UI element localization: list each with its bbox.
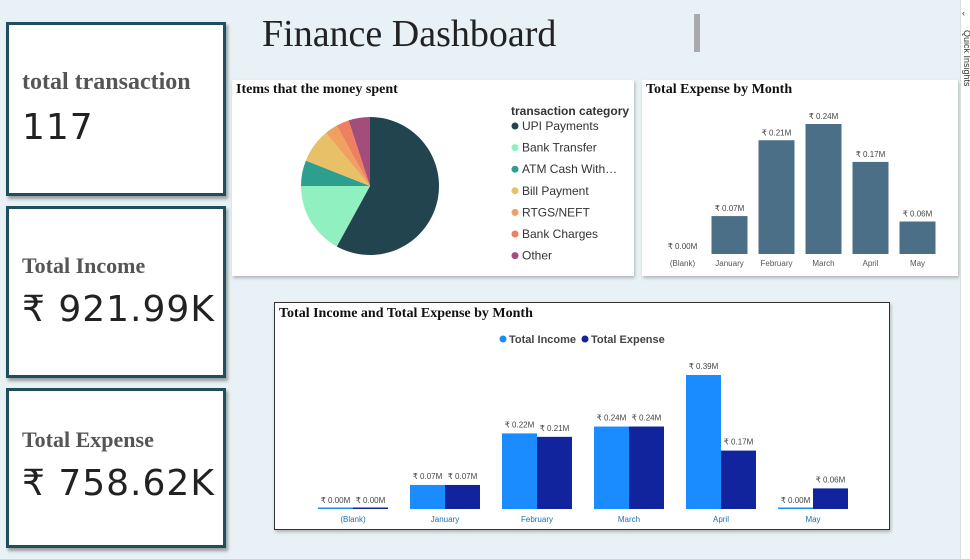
tick-label: March — [618, 515, 640, 524]
tick-label: April — [713, 515, 729, 524]
income-expense-chart-panel[interactable]: Total Income and Total Expense by Month … — [274, 302, 890, 530]
bar — [353, 507, 388, 509]
legend-label: Bank Transfer — [522, 141, 597, 155]
kpi-value: 117 — [22, 107, 94, 148]
data-label: ₹ 0.17M — [856, 150, 886, 159]
data-label: ₹ 0.07M — [715, 204, 745, 213]
collapse-arrow-icon[interactable]: ‹ — [962, 8, 965, 18]
quick-insights-label[interactable]: Quick Insights — [962, 30, 970, 87]
legend-label: Total Expense — [591, 334, 665, 346]
data-label: ₹ 0.07M — [413, 472, 443, 481]
tick-label: February — [760, 259, 792, 268]
title-divider — [694, 14, 700, 52]
bar — [537, 436, 572, 509]
legend-label: Bank Charges — [522, 227, 598, 241]
legend-title: transaction category — [511, 104, 629, 118]
bar — [721, 450, 756, 509]
tick-label: (Blank) — [670, 259, 696, 268]
data-label: ₹ 0.21M — [762, 128, 792, 137]
legend-marker — [511, 208, 519, 216]
data-label: ₹ 0.17M — [724, 438, 754, 447]
expense-chart-panel[interactable]: Total Expense by Month ₹ 0.00M (Blank) ₹ 0… — [642, 80, 958, 276]
bar — [852, 161, 889, 254]
kpi-label: Total Income — [22, 253, 146, 278]
bar — [629, 426, 664, 509]
bar — [813, 488, 848, 509]
bar — [899, 221, 936, 254]
legend-marker — [499, 335, 507, 343]
kpi-card-total-income[interactable]: Total Income ₹ 921.99K — [6, 206, 226, 378]
legend-label: Total Income — [509, 334, 576, 346]
legend-label: UPI Payments — [522, 119, 599, 133]
bar — [318, 507, 353, 509]
bar — [778, 507, 813, 509]
kpi-label: total transaction — [22, 69, 191, 95]
tick-label: January — [715, 259, 743, 268]
legend-marker — [511, 230, 519, 238]
kpi-label: Total Expense — [22, 427, 154, 452]
bar — [594, 426, 629, 509]
data-label: ₹ 0.24M — [809, 112, 839, 121]
data-label: ₹ 0.00M — [668, 242, 698, 251]
legend-marker — [511, 165, 519, 173]
legend-marker — [581, 335, 589, 343]
expense-bar-chart: ₹ 0.00M (Blank) ₹ 0.07M January ₹ 0.21M Febru… — [668, 112, 936, 268]
kpi-card-total-expense[interactable]: Total Expense ₹ 758.62K — [6, 388, 226, 548]
legend-label: Other — [522, 249, 552, 263]
kpi-value: ₹ 758.62K — [22, 463, 215, 504]
bar — [711, 216, 748, 254]
data-label: ₹ 0.00M — [781, 496, 811, 505]
bar — [758, 140, 795, 254]
legend-marker — [511, 122, 519, 130]
tick-label: April — [862, 259, 878, 268]
data-label: ₹ 0.06M — [903, 210, 933, 219]
data-label: ₹ 0.00M — [321, 496, 351, 505]
bar — [686, 375, 721, 509]
income-expense-bar-chart: Total Income Total Expense ₹ 0.00M ₹ 0.00M (… — [318, 334, 848, 524]
tick-label: January — [431, 515, 459, 524]
data-label: ₹ 0.24M — [597, 414, 627, 423]
data-label: ₹ 0.07M — [448, 472, 478, 481]
data-label: ₹ 0.22M — [505, 420, 535, 429]
data-label: ₹ 0.39M — [689, 362, 719, 371]
tick-label: May — [805, 515, 820, 524]
legend-label: ATM Cash With… — [522, 162, 617, 176]
data-label: ₹ 0.06M — [816, 475, 846, 484]
bar — [502, 433, 537, 509]
data-label: ₹ 0.24M — [632, 414, 662, 423]
tick-label: May — [910, 259, 925, 268]
tick-label: (Blank) — [340, 515, 366, 524]
page-title: Finance Dashboard — [262, 13, 557, 55]
legend-marker — [511, 144, 519, 152]
kpi-value: ₹ 921.99K — [22, 289, 215, 330]
kpi-card-total-transaction[interactable]: total transaction 117 — [6, 22, 226, 196]
data-label: ₹ 0.21M — [540, 424, 570, 433]
bar — [445, 484, 480, 509]
legend-marker — [511, 187, 519, 195]
pie-chart-panel[interactable]: Items that the money spent transaction c… — [232, 80, 634, 276]
tick-label: March — [812, 259, 834, 268]
pie-chart: transaction categoryUPI Payments Bank Tra… — [301, 104, 629, 263]
legend-label: Bill Payment — [522, 184, 589, 198]
tick-label: February — [521, 515, 553, 524]
legend-label: RTGS/NEFT — [522, 205, 590, 219]
legend-marker — [511, 252, 519, 260]
bar — [410, 484, 445, 509]
bar — [805, 124, 842, 254]
data-label: ₹ 0.00M — [356, 496, 386, 505]
